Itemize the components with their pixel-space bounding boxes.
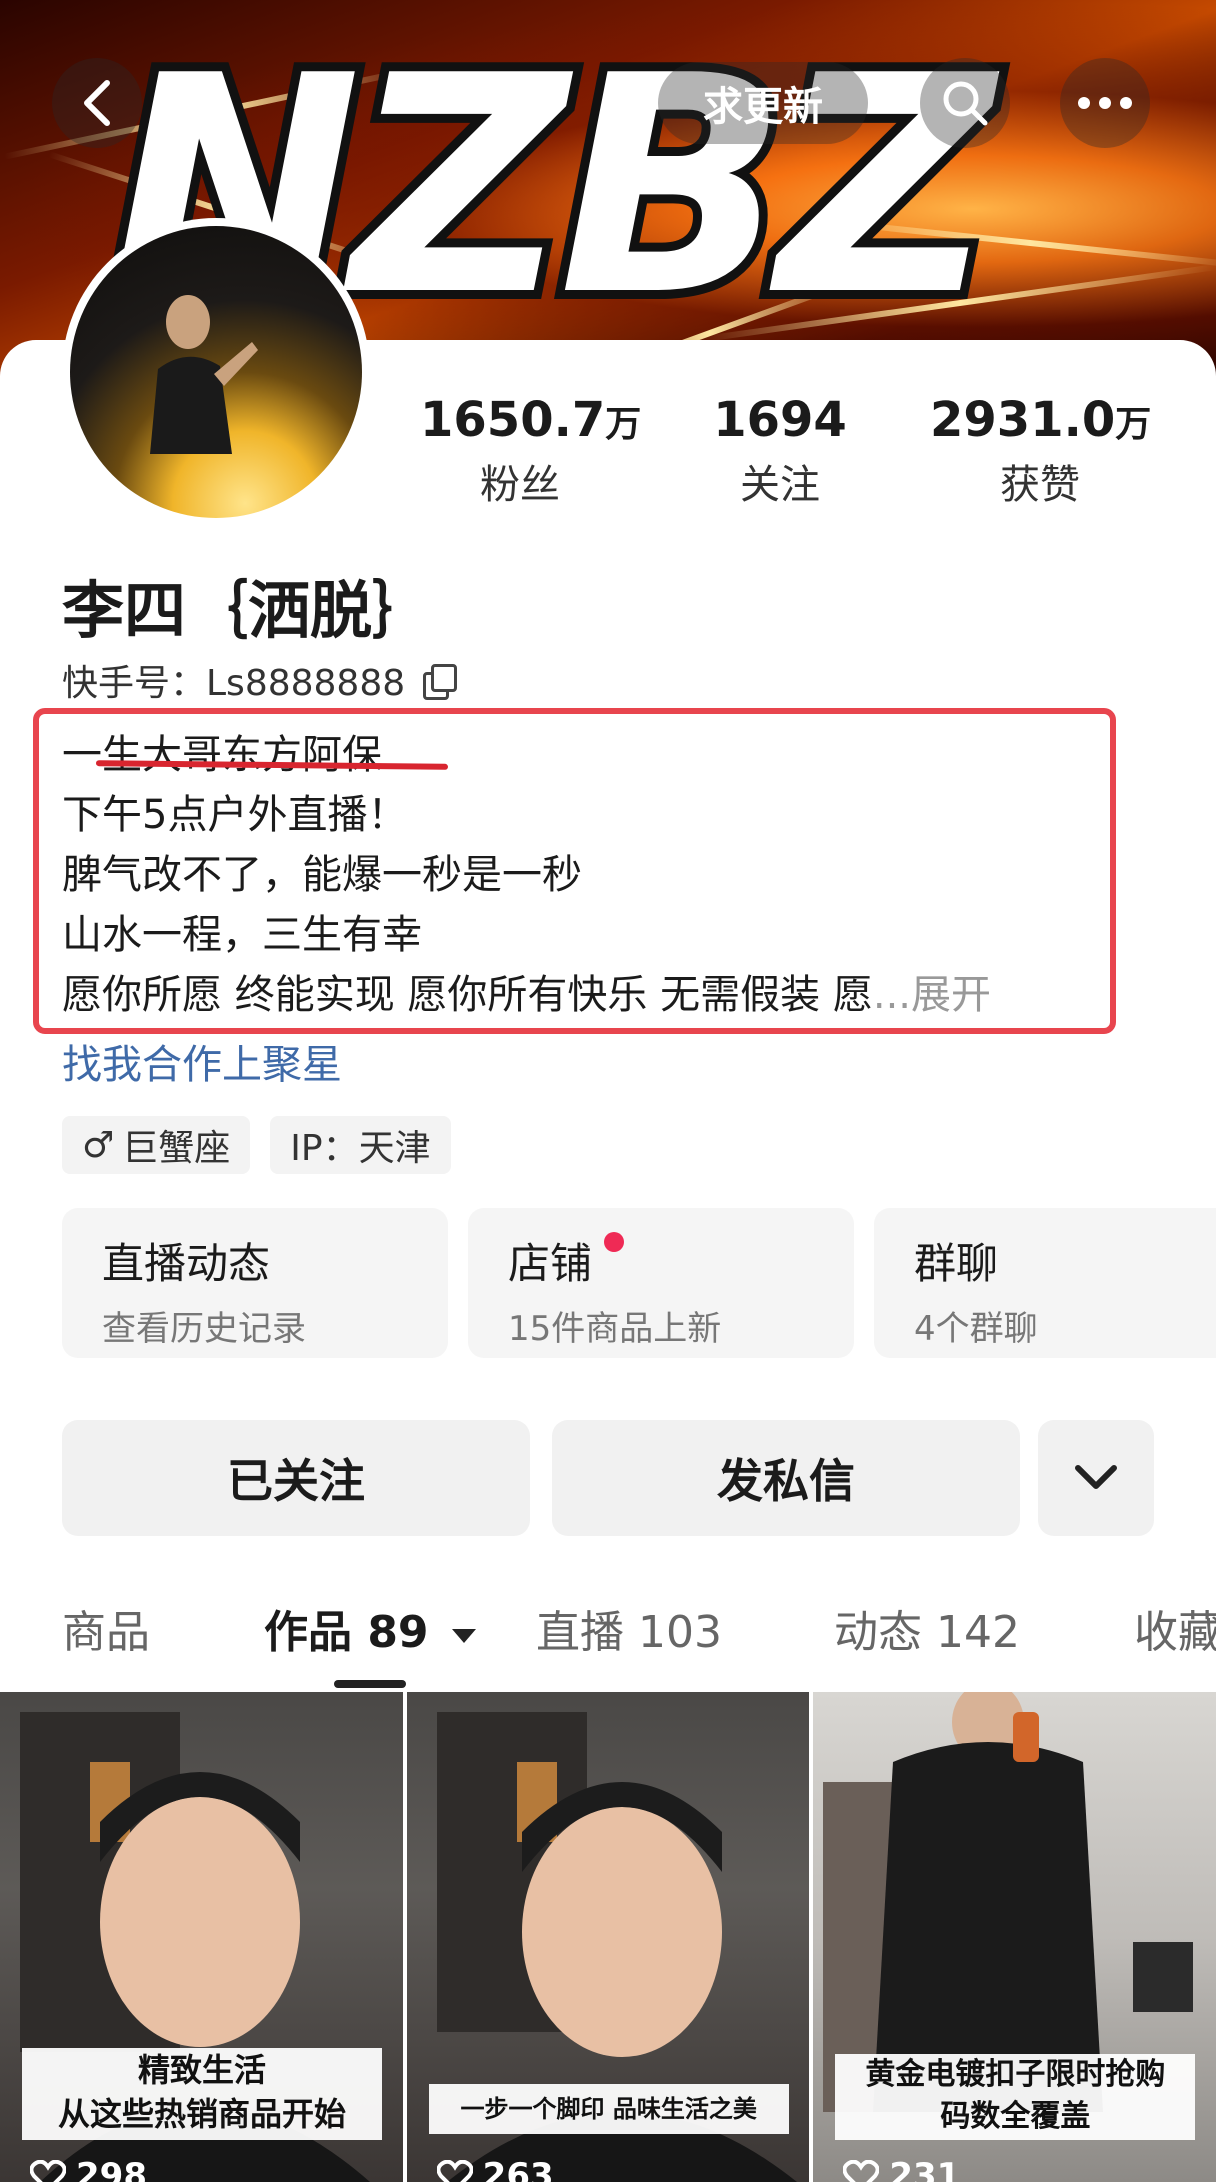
kuaishou-id-text: 快手号：Ls8888888 [62, 663, 406, 704]
video-caption: 黄金电镀扣子限时抢购 码数全覆盖 [835, 2054, 1196, 2140]
tab-works-label: 作品 89 [264, 1607, 429, 1658]
caret-down-icon [451, 1629, 476, 1643]
video-thumbnail[interactable]: 黄金电镀扣子限时抢购 码数全覆盖 231 [813, 1692, 1216, 2182]
zodiac-tag: ♂ 巨蟹座 [62, 1116, 251, 1174]
video-likes-count: 231 [889, 2156, 961, 2182]
shop-subtitle: 15件商品上新 [508, 1309, 722, 1349]
video-likes: 263 [436, 2156, 554, 2182]
live-history-subtitle: 查看历史记录 [102, 1309, 306, 1349]
following-count: 1694 [713, 392, 847, 448]
bio-highlight-box [33, 708, 1116, 1034]
back-arrow-icon [84, 80, 110, 126]
heart-icon [843, 2160, 880, 2182]
group-chat-tile[interactable]: 群聊 4个群聊 [874, 1208, 1216, 1358]
ip-tag: IP：天津 [270, 1116, 451, 1174]
fans-count: 1650.7万 [420, 392, 642, 448]
video-caption-line-1: 一步一个脚印 品味生活之美 [460, 2095, 757, 2123]
request-update-button[interactable]: 求更新 [658, 62, 868, 144]
kuaishou-id[interactable]: 快手号：Ls8888888 [62, 654, 458, 706]
collab-link[interactable]: 找我合作上聚星 [62, 1032, 342, 1090]
tab-live[interactable]: 直播 103 [536, 1596, 722, 1660]
heart-icon [30, 2160, 66, 2182]
video-likes-count: 263 [482, 2156, 554, 2182]
video-grid: 精致生活 从这些热销商品开始 298 一步一个脚印 品味生活之美 263 黄金电… [0, 1692, 1216, 2182]
more-actions-dropdown[interactable] [1038, 1420, 1154, 1536]
shop-notification-dot [604, 1232, 624, 1252]
tab-moments[interactable]: 动态 142 [834, 1596, 1020, 1660]
video-thumbnail[interactable]: 一步一个脚印 品味生活之美 263 [406, 1692, 810, 2182]
shop-title: 店铺 [508, 1239, 593, 1288]
tab-favorites[interactable]: 收藏 [1134, 1596, 1216, 1660]
chevron-down-icon [1075, 1465, 1117, 1489]
video-caption: 精致生活 从这些热销商品开始 [22, 2048, 382, 2140]
fans-label: 粉丝 [480, 462, 560, 508]
group-chat-title: 群聊 [914, 1239, 999, 1288]
more-button[interactable] [1060, 58, 1150, 148]
video-caption-line-1: 黄金电镀扣子限时抢购 [865, 2057, 1166, 2092]
followed-button[interactable]: 已关注 [62, 1420, 530, 1536]
profile-name: 李四｛洒脱｝ [62, 574, 435, 647]
ip-text: IP：天津 [290, 1128, 431, 1169]
search-button[interactable] [920, 58, 1010, 148]
back-button[interactable] [52, 58, 142, 148]
send-message-button[interactable]: 发私信 [552, 1420, 1020, 1536]
avatar-person-figure [150, 295, 258, 454]
more-dots-icon [1078, 97, 1132, 109]
profile-tags: ♂ 巨蟹座 IP：天津 [62, 1116, 451, 1174]
search-icon [943, 81, 988, 126]
tab-products[interactable]: 商品 [62, 1596, 150, 1660]
video-caption-line-1: 精致生活 [137, 2051, 266, 2089]
video-caption-line-2: 从这些热销商品开始 [57, 2095, 346, 2133]
copy-icon[interactable] [423, 664, 458, 700]
video-caption: 一步一个脚印 品味生活之美 [428, 2084, 789, 2134]
male-icon: ♂ [82, 1124, 115, 1166]
video-likes-count: 298 [76, 2156, 147, 2182]
live-history-tile[interactable]: 直播动态 查看历史记录 [62, 1208, 448, 1358]
video-thumbnail[interactable]: 精致生活 从这些热销商品开始 298 [0, 1692, 403, 2182]
active-tab-indicator [334, 1680, 406, 1688]
following-stat[interactable]: 1694 关注 [700, 392, 860, 510]
video-likes: 231 [843, 2156, 960, 2182]
shop-tile[interactable]: 店铺 15件商品上新 [468, 1208, 854, 1358]
avatar[interactable] [62, 218, 370, 526]
likes-count: 2931.0万 [930, 392, 1152, 448]
heart-icon [436, 2160, 473, 2182]
likes-stat[interactable]: 2931.0万 获赞 [930, 392, 1152, 510]
feature-tiles: 直播动态 查看历史记录 店铺 15件商品上新 群聊 4个群聊 [62, 1208, 1216, 1358]
likes-label: 获赞 [1000, 462, 1080, 508]
fans-stat[interactable]: 1650.7万 粉丝 [420, 392, 642, 510]
content-tabs: 商品 作品 89 直播 103 动态 142 收藏 [0, 1596, 1216, 1676]
group-chat-subtitle: 4个群聊 [914, 1309, 1038, 1349]
tab-works[interactable]: 作品 89 [264, 1596, 478, 1660]
video-caption-line-2: 码数全覆盖 [940, 2099, 1091, 2134]
following-label: 关注 [740, 462, 820, 508]
video-likes: 298 [30, 2156, 147, 2182]
avatar-image [70, 226, 362, 518]
live-history-title: 直播动态 [102, 1239, 271, 1288]
zodiac-text: 巨蟹座 [122, 1128, 231, 1169]
